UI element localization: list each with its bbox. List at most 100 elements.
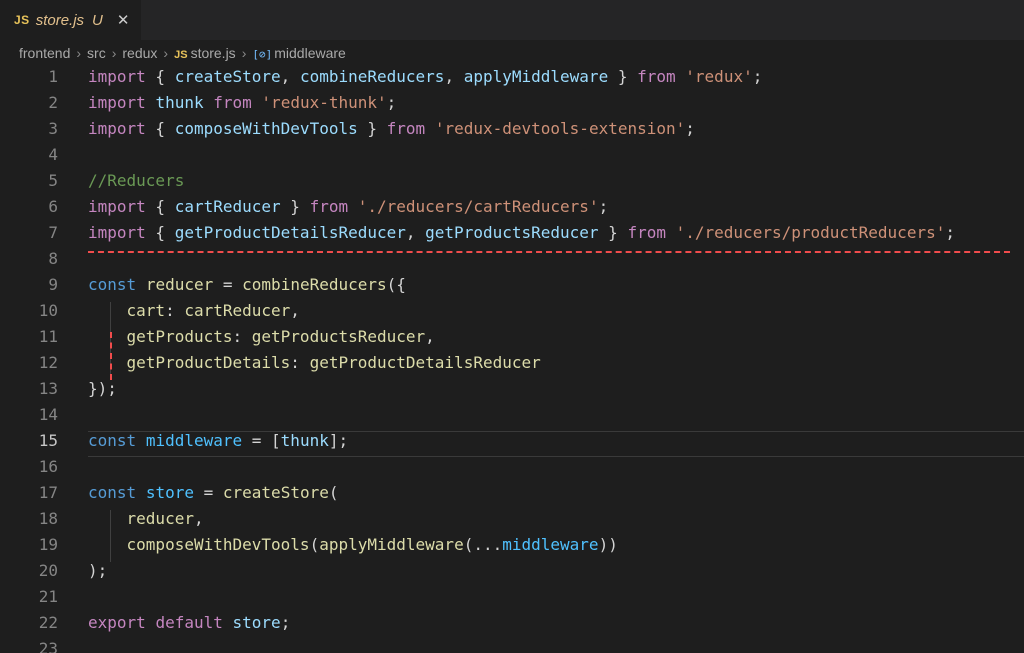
code-token: export [88, 613, 146, 632]
line-number: 18 [38, 509, 58, 528]
code-token: getProductDetails [126, 353, 291, 372]
code-line[interactable]: 20); [0, 558, 1024, 584]
code-line[interactable]: 1 import { createStore, combineReducers, … [0, 64, 1024, 90]
breadcrumb-item-symbol[interactable]: [⊘] middleware [252, 45, 345, 61]
code-token: 'redux-devtools-extension' [434, 119, 686, 138]
code-text: reducer, [88, 506, 204, 532]
line-number: 15 [38, 431, 58, 450]
code-token: applyMiddleware [319, 535, 464, 554]
line-number: 8 [48, 249, 58, 268]
chevron-right-icon: › [163, 45, 169, 61]
code-token: } [608, 67, 638, 86]
breadcrumb-item-src[interactable]: src [87, 45, 106, 61]
code-line[interactable]: 8 [0, 246, 1024, 272]
code-line[interactable]: 21 [0, 584, 1024, 610]
line-number: 12 [38, 353, 58, 372]
line-number: 7 [48, 223, 58, 242]
code-text: //Reducers [88, 168, 184, 194]
variable-symbol-icon: [⊘] [252, 48, 273, 61]
code-token: cartReducer [174, 197, 281, 216]
code-text: getProductDetails: getProductDetailsRedu… [88, 350, 541, 376]
chevron-right-icon: › [111, 45, 117, 61]
code-token: ( [328, 483, 339, 502]
line-number: 22 [38, 613, 58, 632]
code-token: default [155, 613, 223, 632]
line-number: 13 [38, 379, 58, 398]
code-token: ({ [386, 275, 406, 294]
chevron-right-icon: › [76, 45, 82, 61]
code-line[interactable]: 17 const store = createStore( [0, 480, 1024, 506]
indent-guide [110, 510, 112, 562]
breadcrumb: frontend › src › redux › JS store.js › [⊘… [0, 40, 1024, 66]
current-line-highlight [88, 431, 1024, 457]
error-indent-marker [110, 332, 112, 380]
line-number: 20 [38, 561, 58, 580]
code-line[interactable]: 3 import { composeWithDevTools } from 're… [0, 116, 1024, 142]
code-token: reducer [145, 275, 214, 294]
code-editor[interactable]: 1 import { createStore, combineReducers, … [0, 64, 1024, 653]
code-line[interactable]: 6 import { cartReducer } from './reducers… [0, 194, 1024, 220]
breadcrumb-item-file[interactable]: JS store.js [174, 45, 236, 61]
code-text: cart: cartReducer, [88, 298, 300, 324]
code-token: ); [88, 561, 108, 580]
code-token: ; [386, 93, 397, 112]
code-token: reducer [126, 509, 194, 528]
code-line[interactable]: 22 export default store; [0, 610, 1024, 636]
code-token: getProductDetailsReducer [174, 223, 406, 242]
code-token: './reducers/cartReducers' [357, 197, 599, 216]
line-number: 11 [38, 327, 58, 346]
code-token: createStore [174, 67, 281, 86]
code-token: ; [685, 119, 695, 138]
code-token: , [405, 223, 426, 242]
code-line[interactable]: 19 composeWithDevTools(applyMiddleware(.… [0, 532, 1024, 558]
error-squiggle [88, 251, 1010, 253]
code-token: store [232, 613, 281, 632]
code-line[interactable]: 23 [0, 636, 1024, 653]
code-line[interactable]: 7 import { getProductDetailsReducer, getP… [0, 220, 1024, 246]
close-icon[interactable]: ✕ [117, 11, 130, 29]
code-text: getProducts: getProductsReducer, [88, 324, 435, 350]
line-number: 1 [48, 67, 58, 86]
code-line[interactable]: 12 getProductDetails: getProductDetailsR… [0, 350, 1024, 376]
code-text: import { getProductDetailsReducer, getPr… [88, 220, 955, 246]
javascript-file-icon: JS [14, 13, 30, 27]
code-token: './reducers/productReducers' [675, 223, 946, 242]
code-line[interactable]: 14 [0, 402, 1024, 428]
code-line[interactable]: 4 [0, 142, 1024, 168]
line-number: 3 [48, 119, 58, 138]
untracked-status-badge: U [92, 11, 103, 29]
code-line[interactable]: 16 [0, 454, 1024, 480]
code-text: export default store; [88, 610, 290, 636]
code-line[interactable]: 11 getProducts: getProductsReducer, [0, 324, 1024, 350]
breadcrumb-item-frontend[interactable]: frontend [19, 45, 70, 61]
tab-bar: JS store.js U ✕ [0, 0, 1024, 40]
code-line[interactable]: 10 cart: cartReducer, [0, 298, 1024, 324]
line-number: 2 [48, 93, 58, 112]
line-number: 23 [38, 639, 58, 653]
code-line[interactable]: 13}); [0, 376, 1024, 402]
tab-store-js[interactable]: JS store.js U ✕ [0, 0, 142, 40]
code-token: import [88, 223, 146, 242]
code-token: middleware [502, 535, 599, 554]
code-token: 'redux' [685, 67, 753, 86]
chevron-right-icon: › [241, 45, 247, 61]
code-token: , [444, 67, 464, 86]
code-line[interactable]: 2 import thunk from 'redux-thunk'; [0, 90, 1024, 116]
code-line[interactable]: 5 //Reducers [0, 168, 1024, 194]
code-token: ; [280, 613, 291, 632]
code-line[interactable]: 18 reducer, [0, 506, 1024, 532]
code-line[interactable]: 9 const reducer = combineReducers({ [0, 272, 1024, 298]
code-token: createStore [222, 483, 329, 502]
code-token: } [598, 223, 628, 242]
breadcrumb-item-redux[interactable]: redux [122, 45, 157, 61]
